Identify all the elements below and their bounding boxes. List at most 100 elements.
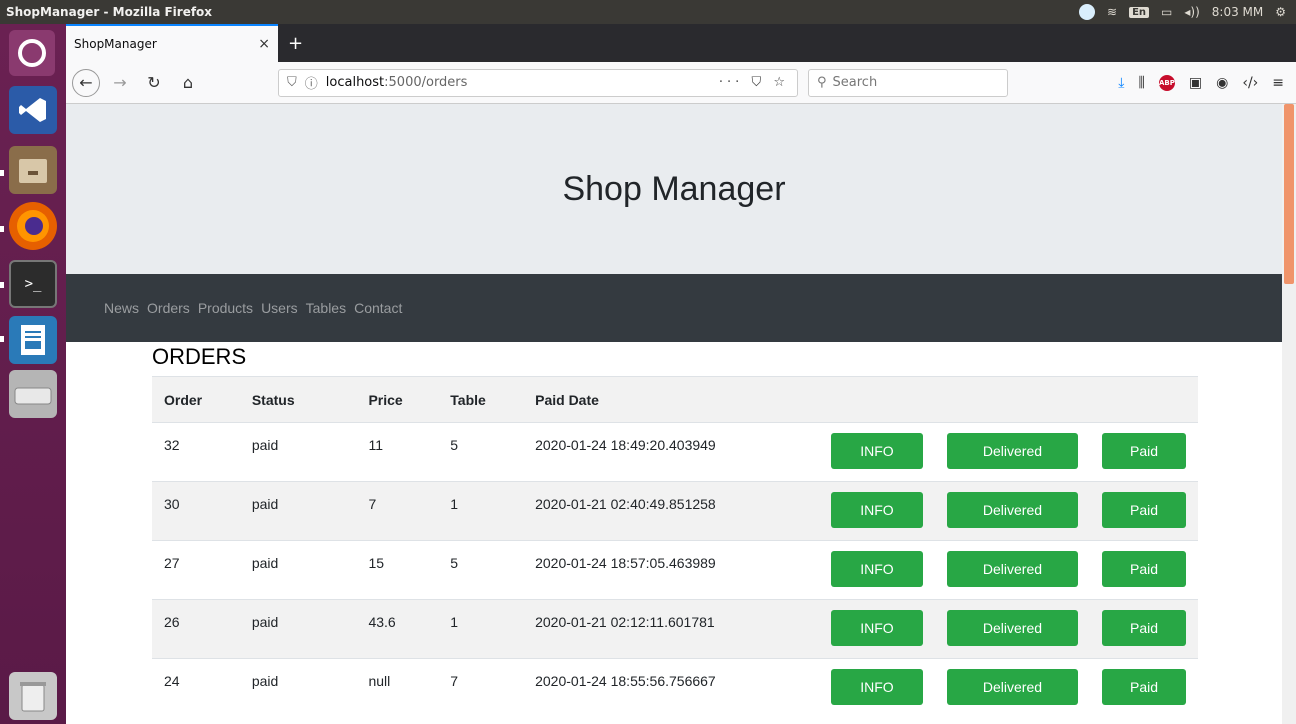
search-icon: ⚲ [817,75,827,90]
top-panel: ShopManager - Mozilla Firefox ≋ En ▭ ◂))… [0,0,1296,24]
nav-news[interactable]: News [104,300,139,316]
info-button[interactable]: INFO [830,610,923,646]
content: ORDERS Order Status Price Table Paid Dat… [66,344,1282,718]
firefox-icon[interactable] [9,202,57,250]
nav-contact[interactable]: Contact [354,300,402,316]
search-input[interactable]: ⚲ Search [808,68,1008,97]
keyboard-layout[interactable]: En [1129,6,1150,18]
battery-icon[interactable]: ▭ [1161,5,1172,19]
menu-icon[interactable]: ≡ [1272,75,1284,91]
cell-status: paid [239,481,357,541]
page-title: Shop Manager [562,169,786,208]
delivered-button[interactable]: Delivered [946,492,1078,528]
cell-status: paid [239,658,357,718]
page-actions[interactable]: ··· ⛉ ☆ [719,75,789,90]
reload-icon[interactable]: ↻ [140,69,168,97]
cell-table: 7 [438,658,524,718]
cell-table: 1 [438,481,524,541]
back-icon[interactable]: ← [72,68,100,97]
libreoffice-writer-icon[interactable] [9,316,57,364]
col-price: Price [356,376,439,423]
scrollbar[interactable] [1282,104,1296,724]
delivered-button[interactable]: Delivered [946,551,1078,587]
shield-icon[interactable]: ⛉ [287,75,297,90]
orders-body: 32 paid 11 5 2020-01-24 18:49:20.403949 INFO D… [152,422,1198,718]
tab-title: ShopManager [74,37,157,51]
close-tab-icon[interactable]: × [258,36,270,52]
cell-price: 15 [356,540,439,600]
sidebar-icon[interactable]: ▣ [1189,75,1202,91]
delivered-button[interactable]: Delivered [946,610,1078,646]
forward-icon[interactable]: → [106,69,134,97]
devtools-icon[interactable]: ‹/› [1242,75,1258,91]
cell-price: 11 [356,422,439,482]
cell-order: 27 [152,540,240,600]
cell-status: paid [239,540,357,600]
col-table: Table [438,376,524,423]
account-icon[interactable]: ◉ [1216,75,1228,91]
toolbar-icons: ⤓ ⫼ ABP ▣ ◉ ‹/› ≡ [1118,74,1290,91]
settings-gear-icon[interactable]: ⚙ [1275,5,1286,19]
cell-paid-date: 2020-01-24 18:57:05.463989 [523,540,819,600]
trash-icon[interactable] [9,672,57,720]
paid-button[interactable]: Paid [1102,610,1186,646]
wifi-icon[interactable]: ≋ [1107,5,1117,19]
delivered-button[interactable]: Delivered [946,669,1078,705]
tab-bar: ShopManager × + [66,24,1296,62]
indicators: ≋ En ▭ ◂)) 8:03 MM ⚙ [1079,4,1296,20]
scrollbar-thumb[interactable] [1284,104,1294,284]
library-icon[interactable]: ⫼ [1138,75,1144,91]
tab-shopmanager[interactable]: ShopManager × [66,24,278,62]
table-row: 30 paid 7 1 2020-01-21 02:40:49.851258 INFO De… [152,481,1198,541]
url-bar[interactable]: ⛉ ⓘ localhost:5000/orders ··· ⛉ ☆ [278,68,798,97]
window-title: ShopManager - Mozilla Firefox [6,5,213,19]
table-row: 26 paid 43.6 1 2020-01-21 02:12:11.601781 INF… [152,599,1198,659]
cell-price: null [356,658,439,718]
cell-paid-date: 2020-01-24 18:49:20.403949 [523,422,819,482]
nav-products[interactable]: Products [198,300,253,316]
col-status: Status [239,376,357,423]
cell-paid-date: 2020-01-21 02:40:49.851258 [523,481,819,541]
cell-order: 24 [152,658,240,718]
col-paid-date: Paid Date [523,376,819,423]
cell-table: 1 [438,599,524,659]
launcher: >_ [0,24,66,724]
cell-paid-date: 2020-01-24 18:55:56.756667 [523,658,819,718]
adblock-icon[interactable]: ABP [1158,74,1175,91]
info-icon[interactable]: ⓘ [305,73,318,92]
delivered-button[interactable]: Delivered [946,433,1078,469]
paid-button[interactable]: Paid [1102,669,1186,705]
files-icon[interactable] [9,146,57,194]
cell-status: paid [239,599,357,659]
paid-button[interactable]: Paid [1102,433,1186,469]
skype-icon[interactable] [1079,4,1096,20]
paid-button[interactable]: Paid [1102,551,1186,587]
nav-orders[interactable]: Orders [147,300,190,316]
vscode-icon[interactable] [9,86,57,134]
nav-users[interactable]: Users [261,300,298,316]
cell-table: 5 [438,422,524,482]
nav-tables[interactable]: Tables [306,300,346,316]
paid-button[interactable]: Paid [1102,492,1186,528]
clock[interactable]: 8:03 MM [1212,5,1263,19]
download-icon[interactable]: ⤓ [1118,75,1124,91]
cell-order: 30 [152,481,240,541]
info-button[interactable]: INFO [830,492,923,528]
home-icon[interactable]: ⌂ [174,69,202,97]
info-button[interactable]: INFO [830,669,923,705]
main-nav: News Orders Products Users Tables Contac… [66,274,1282,342]
info-button[interactable]: INFO [830,551,923,587]
cell-status: paid [239,422,357,482]
nav-toolbar: ← → ↻ ⌂ ⛉ ⓘ localhost:5000/orders ··· ⛉ … [66,62,1296,104]
volume-icon[interactable]: ◂)) [1184,5,1199,19]
cell-paid-date: 2020-01-21 02:12:11.601781 [523,599,819,659]
ubuntu-dash-icon[interactable] [9,30,55,76]
terminal-icon[interactable]: >_ [9,260,57,308]
drive-icon[interactable] [9,370,57,418]
page: Shop Manager News Orders Products Users … [66,104,1282,724]
cell-price: 7 [356,481,439,541]
cell-order: 26 [152,599,240,659]
info-button[interactable]: INFO [830,433,923,469]
col-order: Order [152,376,240,423]
new-tab-icon[interactable]: + [278,24,313,62]
